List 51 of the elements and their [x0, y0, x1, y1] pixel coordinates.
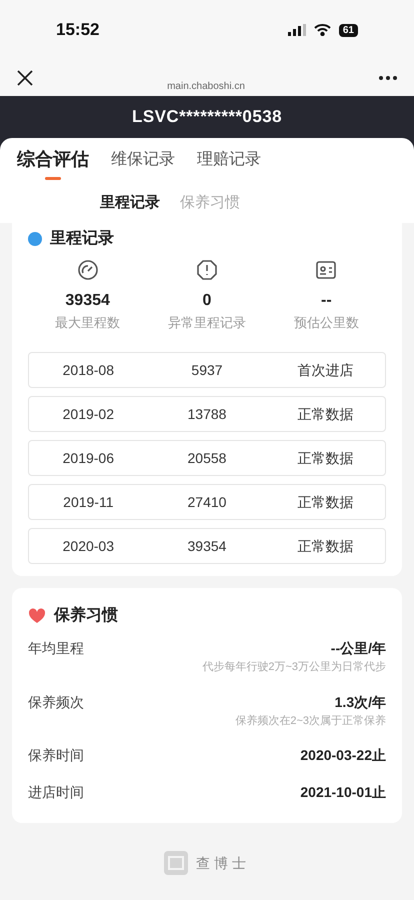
- section-title: 保养习惯: [54, 605, 118, 626]
- footer-brand: 查博士: [196, 854, 250, 872]
- gauge-icon: [76, 258, 99, 280]
- tab[interactable]: 综合评估: [17, 146, 89, 188]
- row-status: 正常数据: [296, 448, 355, 468]
- habit-label: 进店时间: [28, 783, 84, 802]
- vin-bar: LSVC*********0538: [0, 96, 414, 138]
- row-mileage: 13788: [186, 404, 228, 424]
- heart-icon: [28, 608, 46, 624]
- close-icon[interactable]: [16, 69, 34, 87]
- habit-value: 1.3次/年: [334, 692, 386, 712]
- row-mileage: 5937: [190, 360, 224, 380]
- habit-label: 保养时间: [28, 746, 84, 765]
- habit-value: 2020-03-22止: [300, 746, 386, 765]
- stat-label: 预估公里数: [294, 314, 359, 332]
- row-date: 2019-06: [62, 448, 116, 468]
- habit-note: 代步每年行驶2万~3万公里为日常代步: [202, 660, 386, 675]
- habit-note: 保养频次在2~3次属于正常保养: [235, 714, 386, 728]
- row-mileage: 39354: [186, 536, 228, 556]
- row-mileage: 20558: [186, 448, 228, 468]
- habit-label: 保养频次: [28, 692, 84, 712]
- tab[interactable]: 维保记录: [111, 146, 175, 188]
- section-title: 里程记录: [50, 228, 114, 248]
- habit-value: 2021-10-01止: [300, 783, 386, 802]
- status-time: 15:52: [56, 19, 100, 42]
- row-status: 正常数据: [296, 492, 355, 512]
- row-date: 2019-02: [62, 404, 116, 424]
- stat-value: 39354: [65, 290, 110, 310]
- row-date: 2020-03: [62, 536, 116, 556]
- more-icon[interactable]: [378, 75, 398, 81]
- row-date: 2019-11: [62, 492, 114, 512]
- habit-value: --公里/年: [330, 639, 386, 658]
- page-url: main.chaboshi.cn: [167, 80, 245, 94]
- battery-indicator: 61: [338, 24, 358, 36]
- wifi-icon: [314, 24, 331, 36]
- logo-icon: [164, 851, 188, 875]
- stat-label: 异常里程记录: [168, 314, 246, 332]
- row-status: 正常数据: [296, 536, 355, 556]
- signal-icon: [288, 24, 306, 36]
- stat-value: 0: [202, 290, 212, 310]
- stat-value: --: [321, 290, 332, 310]
- id-card-icon: [315, 258, 338, 280]
- row-mileage: 27410: [186, 492, 228, 512]
- stat-label: 最大里程数: [55, 314, 120, 332]
- row-date: 2018-08: [62, 360, 116, 380]
- tab[interactable]: 理赔记录: [197, 146, 261, 188]
- row-status: 正常数据: [296, 404, 355, 424]
- row-status: 首次进店: [296, 360, 355, 380]
- habit-label: 年均里程: [28, 639, 84, 658]
- sub-tab[interactable]: 里程记录: [100, 192, 160, 214]
- alert-icon: [196, 258, 218, 280]
